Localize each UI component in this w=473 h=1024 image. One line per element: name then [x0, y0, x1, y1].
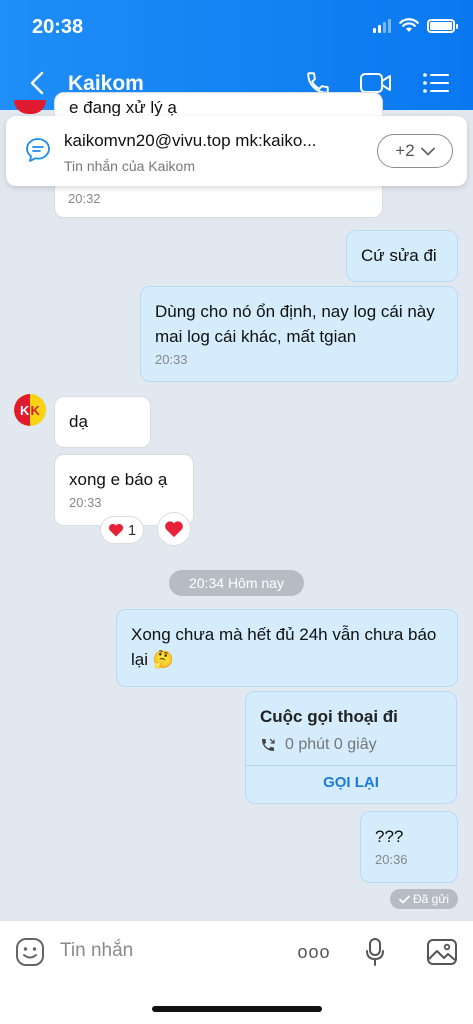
pinned-message-text: kaikomvn20@vivu.top mk:kaiko... — [64, 131, 317, 150]
call-again-button[interactable]: GỌI LẠI — [246, 774, 456, 791]
chevron-down-icon — [420, 147, 435, 155]
sticker-button[interactable] — [14, 935, 46, 969]
message-incoming[interactable]: dạ — [54, 396, 151, 448]
pinned-message-bar[interactable]: kaikomvn20@vivu.top mk:kaiko... Tin nhắn… — [6, 116, 467, 186]
message-text: Dùng cho nó ổn định, nay log cái này mai… — [155, 302, 435, 346]
pinned-more-count: +2 — [395, 141, 415, 160]
pinned-message-source: Tin nhắn của Kaikom — [64, 158, 195, 174]
menu-list-icon — [423, 73, 449, 93]
avatar-partial — [14, 100, 46, 114]
call-duration-text: 0 phút 0 giây — [285, 736, 377, 753]
reaction-summary[interactable]: 1 — [100, 516, 144, 544]
wifi-icon — [399, 18, 419, 32]
battery-icon — [427, 18, 458, 33]
divider — [246, 765, 456, 766]
message-time: 20:36 — [375, 852, 408, 867]
call-duration: 0 phút 0 giây — [260, 736, 377, 754]
message-outgoing[interactable]: ??? 20:36 — [360, 811, 458, 883]
message-text: Xong chưa mà hết đủ 24h vẫn chưa báo lại — [131, 625, 437, 669]
mic-icon — [366, 938, 384, 966]
message-input[interactable]: Tin nhắn — [60, 940, 133, 962]
pinned-message-icon — [26, 138, 50, 162]
message-outgoing[interactable]: Cứ sửa đi — [346, 230, 458, 282]
back-icon — [30, 71, 44, 95]
message-time: 20:32 — [68, 191, 101, 206]
message-outgoing[interactable]: Xong chưa mà hết đủ 24h vẫn chưa báo lại… — [116, 609, 458, 687]
message-time: 20:33 — [69, 495, 102, 510]
more-button[interactable]: ooo — [294, 935, 334, 969]
svg-text:K: K — [20, 403, 30, 418]
sticker-icon — [16, 938, 44, 966]
image-button[interactable] — [425, 935, 459, 969]
pinned-more-button[interactable]: +2 — [377, 134, 453, 168]
message-text: ??? — [375, 827, 404, 846]
call-log-card[interactable]: Cuộc gọi thoại đi 0 phút 0 giây GỌI LẠI — [245, 691, 457, 804]
home-indicator — [152, 1006, 322, 1012]
message-time: 20:33 — [155, 352, 188, 367]
message-text: xong e báo ạ — [69, 470, 168, 489]
kaikom-logo-icon: K K — [14, 394, 46, 426]
phone-call-icon — [262, 738, 275, 751]
heart-icon — [108, 523, 123, 537]
reaction-count: 1 — [127, 521, 137, 539]
voice-message-button[interactable] — [362, 935, 388, 969]
call-title: Cuộc gọi thoại đi — [260, 707, 398, 726]
sent-status-text: Đã gửi — [412, 892, 450, 906]
avatar[interactable]: K K — [14, 394, 46, 426]
signal-icon — [373, 18, 391, 33]
chat-menu-button[interactable] — [418, 66, 454, 100]
message-text: Cứ sửa đi — [361, 246, 437, 265]
sent-status-badge: Đã gửi — [390, 889, 458, 909]
react-button[interactable] — [157, 512, 191, 546]
image-icon — [427, 939, 457, 965]
check-icon — [399, 895, 410, 903]
message-text: dạ — [69, 412, 88, 431]
message-outgoing[interactable]: Dùng cho nó ổn định, nay log cái này mai… — [140, 286, 458, 382]
status-time: 20:38 — [32, 16, 84, 38]
date-separator: 20:34 Hôm nay — [169, 570, 304, 596]
back-button[interactable] — [24, 68, 50, 98]
heart-icon — [165, 521, 183, 538]
thinking-emoji: 🤔 — [152, 650, 174, 669]
status-icons — [373, 18, 458, 33]
more-icon: ooo — [297, 941, 331, 962]
svg-text:K: K — [31, 403, 41, 418]
